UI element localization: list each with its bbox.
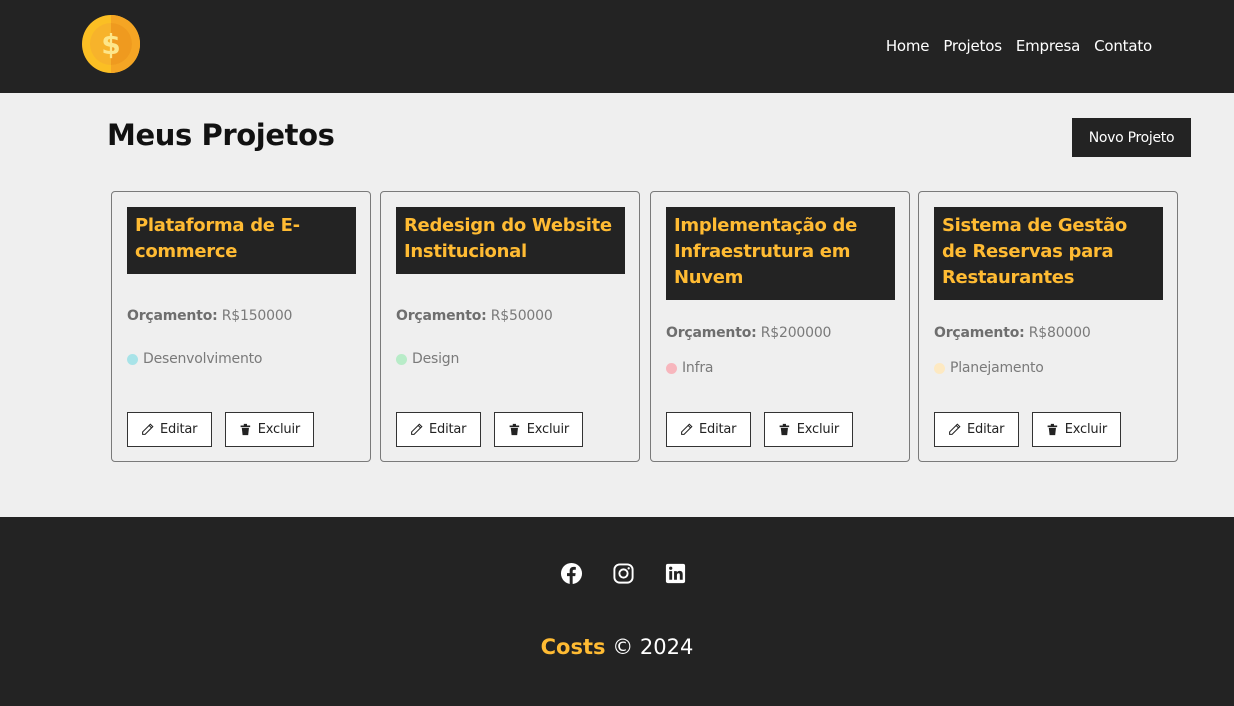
copyright-text: © 2024 [612, 635, 694, 659]
budget-value: R$80000 [1028, 325, 1091, 341]
nav-links: Home Projetos Empresa Contato [886, 37, 1152, 55]
edit-label: Editar [429, 422, 467, 437]
project-budget: Orçamento: R$50000 [396, 308, 553, 324]
svg-text:$: $ [101, 28, 120, 61]
linkedin-icon[interactable] [664, 562, 687, 585]
category-label: Planejamento [950, 360, 1044, 376]
edit-label: Editar [699, 422, 737, 437]
delete-button[interactable]: Excluir [1032, 412, 1121, 447]
project-card: Redesign do Website Institucional Orçame… [380, 191, 640, 462]
trash-icon [779, 423, 790, 436]
brand-name: Costs [540, 635, 606, 659]
edit-button[interactable]: Editar [934, 412, 1019, 447]
project-budget: Orçamento: R$150000 [127, 308, 292, 324]
trash-icon [1047, 423, 1058, 436]
project-category: Desenvolvimento [127, 351, 262, 367]
delete-label: Excluir [1064, 422, 1107, 437]
nav-link-empresa[interactable]: Empresa [1016, 37, 1080, 55]
budget-label: Orçamento: [666, 325, 757, 341]
budget-label: Orçamento: [127, 308, 218, 324]
project-card: Plataforma de E-commerce Orçamento: R$15… [111, 191, 371, 462]
pencil-icon [411, 423, 423, 435]
delete-label: Excluir [257, 422, 300, 437]
delete-button[interactable]: Excluir [225, 412, 314, 447]
new-project-button[interactable]: Novo Projeto [1072, 118, 1191, 157]
edit-button[interactable]: Editar [666, 412, 751, 447]
pencil-icon [142, 423, 154, 435]
trash-icon [240, 423, 251, 436]
project-title: Implementação de Infraestrutura em Nuvem [666, 207, 895, 300]
social-links [560, 562, 687, 585]
edit-label: Editar [160, 422, 198, 437]
pencil-icon [681, 423, 693, 435]
edit-label: Editar [967, 422, 1005, 437]
budget-label: Orçamento: [934, 325, 1025, 341]
category-dot [934, 362, 945, 374]
footer: Costs © 2024 [0, 517, 1234, 706]
delete-label: Excluir [526, 422, 569, 437]
edit-button[interactable]: Editar [396, 412, 481, 447]
card-actions: Editar Excluir [934, 412, 1121, 447]
facebook-icon[interactable] [560, 562, 583, 585]
page-title: Meus Projetos [107, 118, 335, 152]
copyright: Costs © 2024 [0, 635, 1234, 659]
budget-label: Orçamento: [396, 308, 487, 324]
edit-button[interactable]: Editar [127, 412, 212, 447]
project-title: Redesign do Website Institucional [396, 207, 625, 274]
delete-button[interactable]: Excluir [764, 412, 853, 447]
category-label: Desenvolvimento [143, 351, 263, 367]
category-label: Infra [682, 360, 714, 376]
project-category: Planejamento [934, 360, 1044, 376]
pencil-icon [949, 423, 961, 435]
budget-value: R$150000 [221, 308, 293, 324]
category-dot [396, 353, 407, 365]
budget-value: R$200000 [760, 325, 832, 341]
project-title: Sistema de Gestão de Reservas para Resta… [934, 207, 1163, 300]
delete-button[interactable]: Excluir [494, 412, 583, 447]
card-actions: Editar Excluir [666, 412, 853, 447]
instagram-icon[interactable] [612, 562, 635, 585]
delete-label: Excluir [796, 422, 839, 437]
project-budget: Orçamento: R$80000 [934, 325, 1091, 341]
navbar: $ Home Projetos Empresa Contato [0, 0, 1234, 93]
coin-dollar-icon[interactable]: $ [81, 14, 141, 74]
card-actions: Editar Excluir [396, 412, 583, 447]
nav-link-projetos[interactable]: Projetos [943, 37, 1002, 55]
category-dot [666, 362, 677, 374]
project-budget: Orçamento: R$200000 [666, 325, 831, 341]
project-card: Sistema de Gestão de Reservas para Resta… [918, 191, 1178, 462]
nav-link-home[interactable]: Home [886, 37, 930, 55]
budget-value: R$50000 [490, 308, 553, 324]
category-label: Design [412, 351, 460, 367]
category-dot [127, 353, 138, 365]
nav-link-contato[interactable]: Contato [1094, 37, 1152, 55]
project-category: Design [396, 351, 459, 367]
project-title: Plataforma de E-commerce [127, 207, 356, 274]
project-card: Implementação de Infraestrutura em Nuvem… [650, 191, 910, 462]
trash-icon [509, 423, 520, 436]
project-category: Infra [666, 360, 713, 376]
card-actions: Editar Excluir [127, 412, 314, 447]
